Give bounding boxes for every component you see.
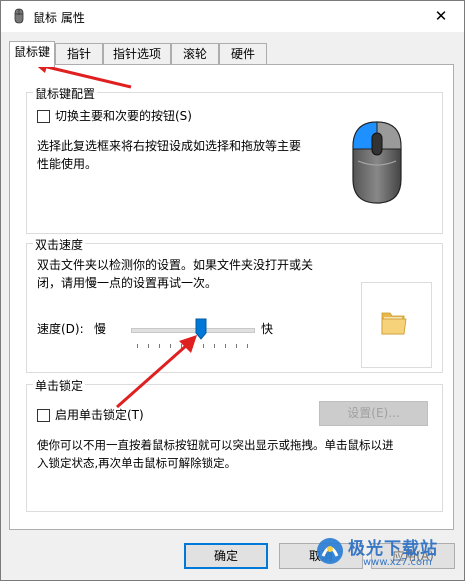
speed-slider[interactable]	[131, 316, 255, 350]
watermark: 极光下载站 www.xz7.com	[315, 530, 463, 574]
test-folder-area[interactable]	[361, 282, 432, 368]
button-config-description-1: 选择此复选框来将右按钮设成如选择和拖放等主要	[37, 139, 302, 153]
click-lock-description-1: 使你可以不用一直按着鼠标按钮就可以突出显示或拖拽。单击鼠标以进	[37, 438, 394, 452]
slider-tick	[203, 344, 204, 348]
slider-tick	[181, 344, 182, 348]
double-click-description-2: 闭，请用慢一点的设置再试一次。	[37, 276, 218, 290]
switch-buttons-label[interactable]: 切换主要和次要的按钮(S)	[55, 107, 192, 125]
tab-hardware[interactable]: 硬件	[219, 43, 267, 65]
click-lock-group: 单击锁定 启用单击锁定(T) 设置(E)... 使你可以不用一直按着鼠标按钮就可…	[26, 377, 443, 512]
switch-buttons-checkbox[interactable]	[37, 110, 50, 123]
settings-button[interactable]: 设置(E)...	[319, 401, 428, 426]
double-click-description-1: 双击文件夹以检测你的设置。如果文件夹没打开或关	[37, 258, 314, 272]
fast-label: 快	[261, 322, 274, 336]
ok-button[interactable]: 确定	[184, 543, 268, 569]
tab-pointer-options[interactable]: 指针选项	[103, 43, 171, 65]
tab-panel: 鼠标键配置 切换主要和次要的按钮(S) 选择此复选框来将右按钮设成如选择和拖放等…	[9, 64, 454, 530]
slider-tick	[225, 344, 226, 348]
slider-tick	[192, 344, 193, 348]
click-lock-title: 单击锁定	[33, 377, 86, 394]
double-click-title: 双击速度	[33, 236, 86, 253]
tab-pointers[interactable]: 指针	[55, 43, 103, 65]
button-config-title: 鼠标键配置	[33, 85, 98, 102]
slider-track	[131, 328, 255, 333]
mouse-illustration-icon	[352, 121, 402, 204]
double-click-group: 双击速度 双击文件夹以检测你的设置。如果文件夹没打开或关 闭，请用慢一点的设置再…	[26, 236, 443, 373]
window-title: 鼠标 属性	[33, 11, 85, 25]
watermark-text: 极光下载站	[348, 539, 438, 559]
click-lock-checkbox[interactable]	[37, 409, 50, 422]
click-lock-description-2: 入锁定状态,再次单击鼠标可解除锁定。	[37, 456, 237, 470]
slider-tick	[148, 344, 149, 348]
slider-tick	[214, 344, 215, 348]
slow-label: 慢	[94, 322, 107, 336]
slider-tick	[159, 344, 160, 348]
button-config-description-2: 性能使用。	[37, 157, 98, 171]
slider-tick	[247, 344, 248, 348]
slider-thumb[interactable]	[195, 318, 207, 340]
title-bar: 鼠标 属性 ✕	[1, 1, 464, 32]
close-icon: ✕	[434, 7, 448, 25]
watermark-url: www.xz7.com	[363, 557, 432, 568]
close-button[interactable]: ✕	[418, 1, 464, 32]
button-config-group: 鼠标键配置 切换主要和次要的按钮(S) 选择此复选框来将右按钮设成如选择和拖放等…	[26, 85, 443, 234]
slider-tick	[137, 344, 138, 348]
folder-icon[interactable]	[380, 307, 408, 337]
mouse-properties-window: 鼠标 属性 ✕ 鼠标键 指针 指针选项 滚轮 硬件 鼠标键配置 切换主要和次要的…	[0, 0, 465, 581]
speed-label: 速度(D):	[37, 322, 84, 336]
click-lock-label[interactable]: 启用单击锁定(T)	[55, 406, 144, 424]
tab-wheel[interactable]: 滚轮	[171, 43, 219, 65]
slider-tick	[170, 344, 171, 348]
slider-tick	[236, 344, 237, 348]
mouse-icon	[14, 8, 24, 24]
tab-mouse-buttons[interactable]: 鼠标键	[9, 41, 55, 67]
watermark-logo-icon	[317, 538, 343, 564]
